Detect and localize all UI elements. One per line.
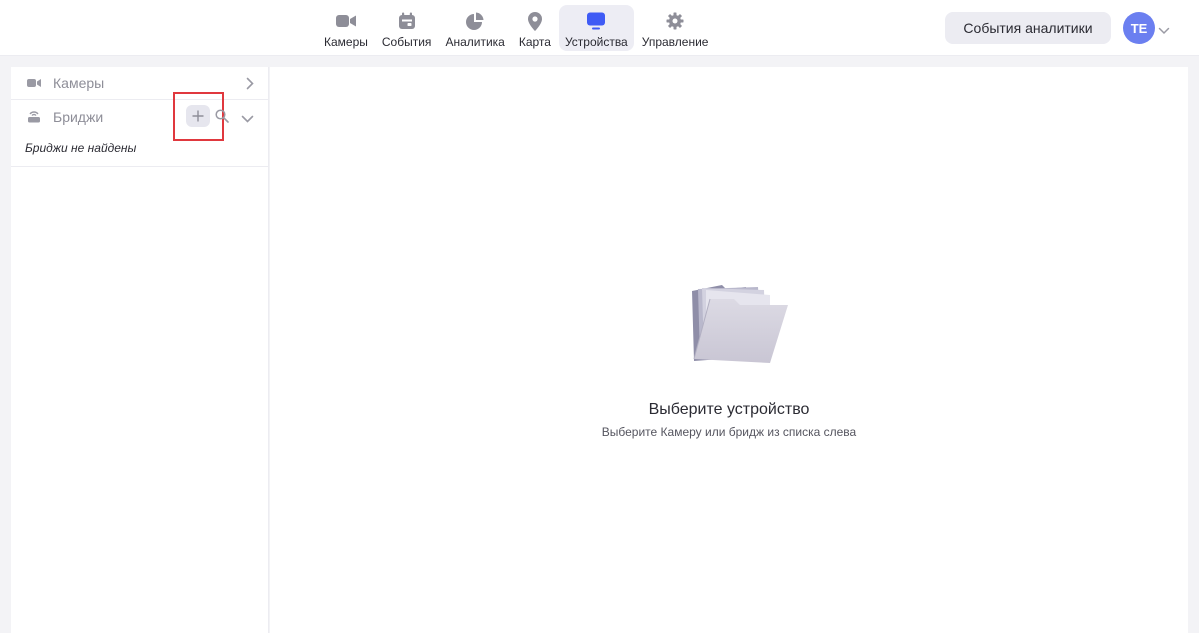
main-nav: Камеры События Аналитика Карта Устройств… [318, 5, 714, 51]
monitor-icon [585, 10, 607, 32]
chevron-down-icon[interactable] [241, 110, 254, 128]
empty-state-title: Выберите устройство [648, 401, 810, 418]
router-icon [27, 110, 41, 124]
nav-label: Камеры [324, 35, 368, 49]
folder-icon [692, 285, 788, 363]
nav-item-events[interactable]: События [376, 5, 438, 51]
calendar-icon [396, 10, 418, 32]
nav-label: Аналитика [445, 35, 505, 49]
nav-label: Карта [518, 35, 551, 49]
video-camera-icon [335, 10, 357, 32]
nav-label: Управление [641, 35, 709, 49]
plus-icon [192, 110, 204, 122]
pie-chart-icon [464, 10, 486, 32]
main-panel: Выберите устройство Выберите Камеру или … [270, 67, 1188, 633]
nav-item-devices[interactable]: Устройства [558, 5, 634, 51]
chevron-right-icon[interactable] [246, 77, 254, 95]
sidebar-item-label: Камеры [53, 75, 105, 91]
top-bar: Камеры События Аналитика Карта Устройств… [0, 0, 1199, 56]
search-icon[interactable] [215, 109, 229, 128]
nav-item-management[interactable]: Управление [636, 5, 715, 51]
sidebar-item-label: Бриджи [53, 108, 104, 125]
video-camera-icon [27, 76, 41, 90]
gear-icon [664, 10, 686, 32]
analytics-events-button[interactable]: События аналитики [945, 12, 1111, 44]
nav-item-map[interactable]: Карта [513, 5, 557, 51]
empty-state-subtitle: Выберите Камеру или бридж из списка слев… [601, 425, 857, 439]
nav-item-cameras[interactable]: Камеры [318, 5, 374, 51]
nav-item-analytics[interactable]: Аналитика [439, 5, 510, 51]
nav-label: События [381, 35, 432, 49]
sidebar-item-cameras[interactable]: Камеры [11, 67, 268, 100]
chevron-down-icon[interactable] [1158, 22, 1170, 40]
sidebar-item-bridges[interactable]: Бриджи [11, 92, 268, 141]
sidebar: Камеры Бриджи Бриджи не найдены [11, 67, 269, 633]
bridges-empty-message: Бриджи не найдены [11, 133, 268, 167]
map-pin-icon [524, 10, 546, 32]
nav-label: Устройства [564, 35, 628, 49]
user-avatar[interactable]: TE [1123, 12, 1155, 44]
add-bridge-button[interactable] [186, 105, 210, 127]
